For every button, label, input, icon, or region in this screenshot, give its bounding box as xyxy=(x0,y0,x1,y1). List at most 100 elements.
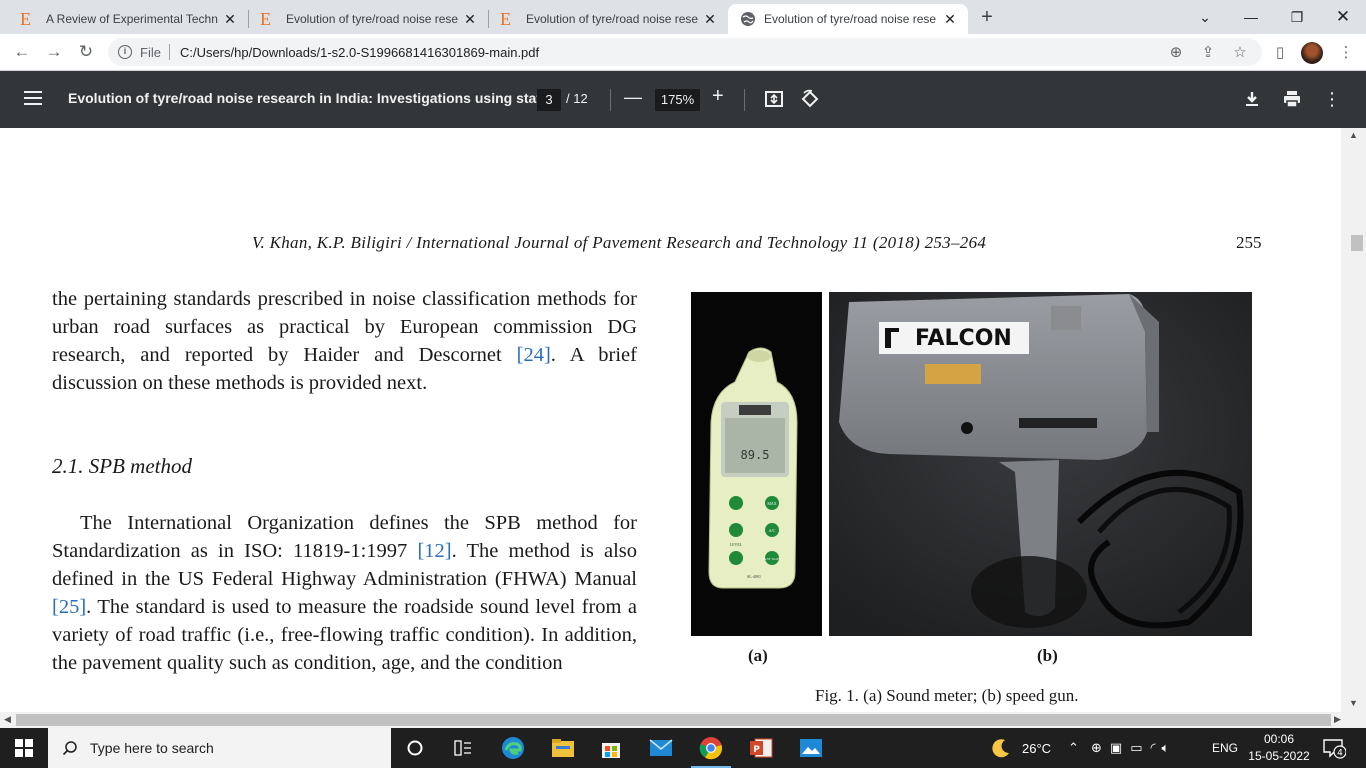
elsevier-favicon-icon: E xyxy=(500,9,511,29)
meter-label: LEVEL xyxy=(730,542,743,547)
tab-3[interactable]: E Evolution of tyre/road noise rese ✕ xyxy=(488,4,728,34)
page-total: / 12 xyxy=(566,91,588,106)
tab-search-chevron-icon[interactable]: ⌄ xyxy=(1182,0,1228,34)
horizontal-scrollbar[interactable]: ◀ ▶ xyxy=(0,712,1366,728)
notification-center-icon[interactable]: 4 xyxy=(1322,728,1346,768)
tab-title: Evolution of tyre/road noise rese xyxy=(286,12,458,26)
vertical-scroll-thumb[interactable] xyxy=(1351,235,1363,251)
scroll-down-arrow-icon[interactable]: ▼ xyxy=(1349,698,1358,708)
close-window-button[interactable]: ✕ xyxy=(1320,0,1366,34)
reload-icon[interactable]: ↻ xyxy=(74,40,98,64)
page-number-input[interactable]: 3 xyxy=(537,89,561,111)
tab-title: Evolution of tyre/road noise rese xyxy=(526,12,698,26)
sound-meter-photo: 89.5 MAX A/C LEVEL FAST SLOW SL-4001 xyxy=(691,292,822,636)
tray-system-icons[interactable]: ⊕ ▣ ▭ ◜ 🔈︎ xyxy=(1091,728,1169,768)
speed-gun-photo: FALCON xyxy=(829,292,1252,636)
url-text[interactable]: C:/Users/hp/Downloads/1-s2.0-S1996681416… xyxy=(180,45,539,60)
figure-label-a: (a) xyxy=(748,646,768,665)
toolbar-divider xyxy=(744,89,745,111)
gun-brand: FALCON xyxy=(915,326,1012,351)
pdf-viewport[interactable]: V. Khan, K.P. Biligiri / International J… xyxy=(0,128,1341,712)
zoom-input[interactable]: 175% xyxy=(655,89,700,111)
tab-strip: E A Review of Experimental Technic ✕ E E… xyxy=(0,0,1366,34)
wifi-icon[interactable]: ◜ xyxy=(1151,740,1156,756)
paragraph-2: The International Organization defines t… xyxy=(52,512,638,674)
toolbar-divider xyxy=(610,89,611,111)
tab-1[interactable]: E A Review of Experimental Technic ✕ xyxy=(8,4,248,34)
close-tab-icon[interactable]: ✕ xyxy=(222,11,238,28)
taskbar-clock[interactable]: 00:06 15-05-2022 xyxy=(1244,731,1314,765)
battery-icon[interactable]: ▭ xyxy=(1130,740,1142,756)
clock-time: 00:06 xyxy=(1263,732,1295,746)
search-placeholder: Type here to search xyxy=(90,740,214,756)
scroll-left-arrow-icon[interactable]: ◀ xyxy=(4,714,11,725)
zoom-icon[interactable]: ⊕ xyxy=(1164,40,1188,64)
minimize-button[interactable]: — xyxy=(1228,0,1274,34)
close-tab-icon[interactable]: ✕ xyxy=(702,11,718,28)
weather-widget[interactable]: 26°C xyxy=(990,728,1051,768)
tab-title: A Review of Experimental Technic xyxy=(46,12,218,26)
omnibox-divider xyxy=(168,44,170,60)
bookmark-star-icon[interactable]: ☆ xyxy=(1228,40,1252,64)
chrome-menu-icon[interactable]: ⋮ xyxy=(1334,40,1358,64)
scroll-up-arrow-icon[interactable]: ▲ xyxy=(1349,130,1358,140)
taskbar-search-input[interactable]: Type here to search xyxy=(48,728,391,768)
horizontal-scroll-thumb[interactable] xyxy=(16,714,1331,726)
forward-arrow-icon[interactable]: → xyxy=(42,40,66,64)
print-icon[interactable] xyxy=(1280,87,1304,111)
meet-now-icon[interactable]: ▣ xyxy=(1110,740,1122,756)
zoom-out-button[interactable]: — xyxy=(624,87,642,108)
tray-show-hidden-icon[interactable]: ⌃ xyxy=(1068,728,1079,768)
hamburger-menu-icon[interactable] xyxy=(24,91,42,105)
close-tab-icon[interactable]: ✕ xyxy=(462,11,478,28)
new-tab-button[interactable]: + xyxy=(976,6,998,28)
svg-text:P: P xyxy=(753,745,760,755)
side-panel-icon[interactable]: ▯ xyxy=(1268,40,1292,64)
microsoft-store-icon[interactable] xyxy=(587,728,635,768)
cortana-icon[interactable] xyxy=(391,728,439,768)
language-indicator[interactable]: ENG xyxy=(1212,728,1238,768)
browser-toolbar: ← → ↻ i File C:/Users/hp/Downloads/1-s2.… xyxy=(0,34,1366,71)
zoom-in-button[interactable]: + xyxy=(712,85,724,108)
back-arrow-icon[interactable]: ← xyxy=(10,40,34,64)
figure-label-b: (b) xyxy=(1037,646,1058,665)
photos-icon[interactable] xyxy=(787,728,835,768)
chrome-taskbar-icon[interactable] xyxy=(687,728,735,768)
section-heading: 2.1. SPB method xyxy=(52,454,192,478)
tab-title: Evolution of tyre/road noise rese xyxy=(764,12,937,26)
people-icon[interactable]: ⊕ xyxy=(1091,740,1102,756)
mail-icon[interactable] xyxy=(637,728,685,768)
tab-2[interactable]: E Evolution of tyre/road noise rese ✕ xyxy=(248,4,488,34)
meter-label: FAST SLOW xyxy=(762,557,782,561)
share-icon[interactable]: ⇪ xyxy=(1196,40,1220,64)
vertical-scrollbar[interactable]: ▲ ▼ xyxy=(1341,128,1366,712)
download-icon[interactable] xyxy=(1240,87,1264,111)
file-explorer-icon[interactable] xyxy=(539,728,587,768)
close-tab-icon[interactable]: ✕ xyxy=(942,11,958,28)
powerpoint-icon[interactable]: P xyxy=(737,728,785,768)
volume-icon[interactable]: 🔈︎ xyxy=(1162,740,1170,756)
meter-label: MAX xyxy=(767,501,776,506)
citation-link[interactable]: [25] xyxy=(52,596,86,618)
scroll-right-arrow-icon[interactable]: ▶ xyxy=(1334,714,1341,725)
running-head: V. Khan, K.P. Biligiri / International J… xyxy=(252,233,987,252)
rotate-icon[interactable] xyxy=(798,87,822,111)
tab-4-active[interactable]: Evolution of tyre/road noise rese ✕ xyxy=(728,4,968,34)
restore-button[interactable]: ❐ xyxy=(1274,0,1320,34)
task-view-icon[interactable] xyxy=(439,728,487,768)
fit-to-page-icon[interactable] xyxy=(762,87,786,111)
citation-link[interactable]: [24] xyxy=(517,344,551,366)
windows-start-icon[interactable] xyxy=(0,728,48,768)
info-icon[interactable]: i xyxy=(118,45,132,59)
more-options-icon[interactable]: ⋮ xyxy=(1320,87,1344,111)
address-bar[interactable]: i File C:/Users/hp/Downloads/1-s2.0-S199… xyxy=(108,38,1262,66)
search-icon xyxy=(62,741,77,756)
edge-browser-icon[interactable] xyxy=(489,728,537,768)
elsevier-favicon-icon: E xyxy=(260,9,271,29)
windows-taskbar: Type here to search P 26°C ⌃ ⊕ ▣ ▭ ◜ 🔈︎ … xyxy=(0,728,1366,768)
moon-weather-icon xyxy=(992,739,1009,758)
citation-link[interactable]: [12] xyxy=(417,540,451,562)
figure-caption: Fig. 1. (a) Sound meter; (b) speed gun. xyxy=(815,686,1079,705)
profile-avatar[interactable] xyxy=(1301,42,1323,64)
elsevier-favicon-icon: E xyxy=(20,9,31,29)
